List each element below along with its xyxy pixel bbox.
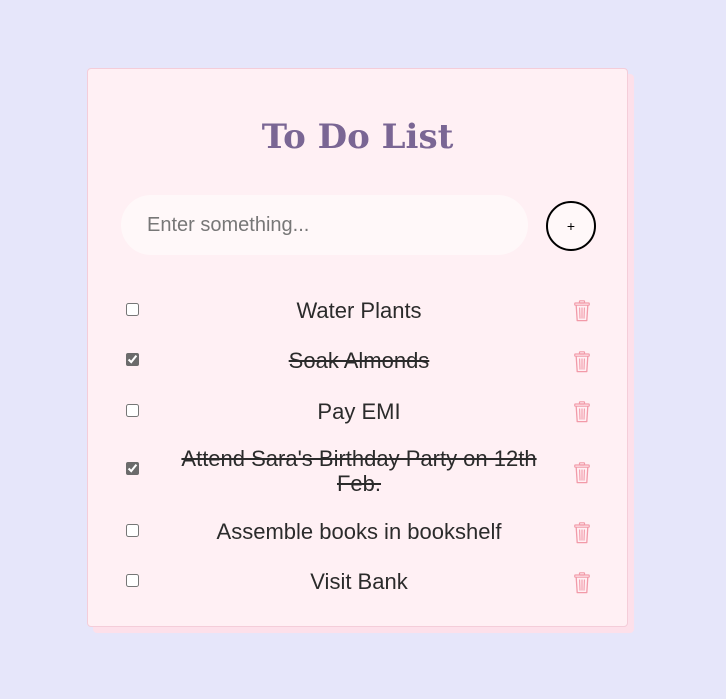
todo-text: Water Plants	[296, 298, 422, 323]
trash-icon[interactable]	[574, 401, 590, 423]
trash-icon[interactable]	[574, 462, 590, 484]
todo-card: To Do List + Water Plants Soak Almonds P…	[87, 68, 628, 627]
todo-checkbox[interactable]	[126, 524, 139, 537]
task-input-wrapper	[121, 195, 528, 255]
todo-text: Attend Sara's Birthday Party on 12th Feb…	[181, 446, 537, 496]
trash-icon[interactable]	[574, 572, 590, 594]
trash-icon[interactable]	[574, 351, 590, 373]
todo-checkbox[interactable]	[126, 303, 139, 316]
todo-checkbox[interactable]	[126, 353, 139, 366]
todo-text: Soak Almonds	[288, 348, 430, 373]
todo-text: Pay EMI	[317, 399, 401, 424]
todo-checkbox[interactable]	[126, 404, 139, 417]
trash-icon[interactable]	[574, 522, 590, 544]
todo-checkbox[interactable]	[126, 574, 139, 587]
todo-text: Visit Bank	[310, 569, 408, 594]
page-title: To Do List	[261, 117, 454, 157]
add-task-button[interactable]: +	[546, 201, 596, 251]
trash-icon[interactable]	[574, 300, 590, 322]
todo-checkbox[interactable]	[126, 462, 139, 475]
task-input[interactable]	[121, 195, 528, 255]
todo-text: Assemble books in bookshelf	[216, 519, 502, 544]
